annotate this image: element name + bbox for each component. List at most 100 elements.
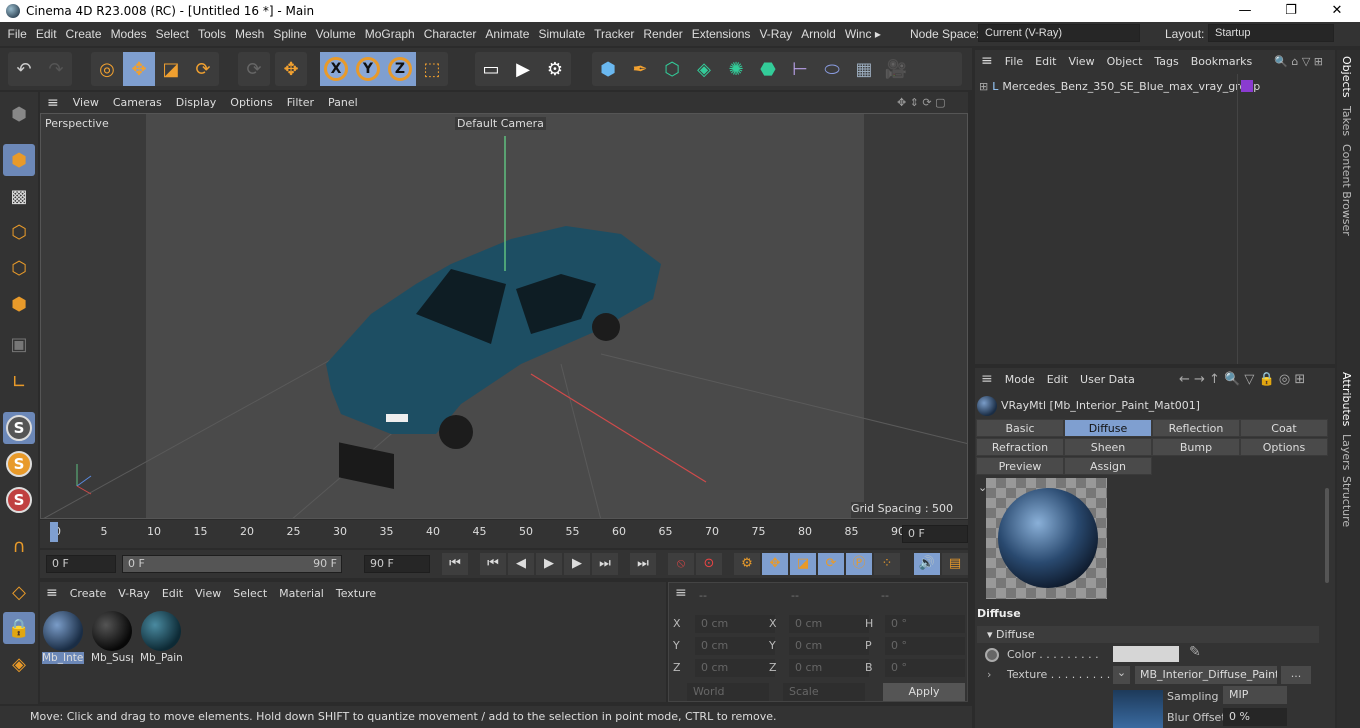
material-menu-texture[interactable]: Texture [330, 587, 382, 600]
go-to-start-icon[interactable]: ⏮ [442, 553, 468, 575]
keyframe-selection-icon[interactable]: ⚙ [734, 553, 760, 575]
attr-tab-sheen[interactable]: Sheen [1064, 438, 1152, 456]
object-menu-bookmarks[interactable]: Bookmarks [1185, 55, 1258, 68]
object-menu-edit[interactable]: Edit [1029, 55, 1062, 68]
attr-tab-basic[interactable]: Basic [976, 419, 1064, 437]
mograph-icon[interactable]: ⬣ [752, 52, 784, 86]
workplane-icon[interactable]: ◇ [3, 576, 35, 608]
camera-name[interactable]: Default Camera [455, 117, 546, 130]
menu-create[interactable]: Create [61, 27, 106, 41]
z-axis-icon[interactable]: Z [384, 52, 416, 86]
axis-mode-icon[interactable]: ∟ [3, 366, 35, 398]
apply-button[interactable]: Apply [883, 683, 965, 701]
viewport-menu-view[interactable]: View [66, 96, 106, 109]
undo-icon[interactable]: ↶ [8, 52, 40, 86]
material-menu-create[interactable]: Create [64, 587, 113, 600]
maximize-button[interactable]: ❐ [1268, 0, 1314, 22]
menu-arnold[interactable]: Arnold [797, 27, 841, 41]
coord-field[interactable]: 0 cm [789, 659, 869, 677]
menu-tools[interactable]: Tools [193, 27, 230, 41]
object-menu-tags[interactable]: Tags [1148, 55, 1184, 68]
texture-menu-button[interactable]: ⌄ [1113, 666, 1130, 684]
expand-icon[interactable]: ⊞ [975, 80, 992, 93]
attribute-nav-icons[interactable]: ← → ↑ 🔍 ▽ 🔒 ◎ ⊞ [1179, 372, 1305, 387]
menu-mesh[interactable]: Mesh [230, 27, 268, 41]
film-icon[interactable]: ▤ [942, 553, 968, 575]
start-frame-field[interactable]: 0 F [46, 555, 116, 573]
material-item[interactable]: Mb_Susp [91, 610, 133, 666]
material-hamburger-icon[interactable]: ≡ [40, 585, 64, 601]
menu-vray[interactable]: V-Ray [755, 27, 797, 41]
field-icon[interactable]: ⬭ [816, 52, 848, 86]
viewport-menu-filter[interactable]: Filter [280, 96, 321, 109]
coords-hamburger-icon[interactable]: ≡ [675, 585, 687, 601]
deformer-icon[interactable]: ⊢ [784, 52, 816, 86]
points-mode-icon[interactable]: ⬡ [3, 216, 35, 248]
x-axis-icon[interactable]: X [320, 52, 352, 86]
viewport-menu-cameras[interactable]: Cameras [106, 96, 169, 109]
viewport-menu-options[interactable]: Options [223, 96, 279, 109]
texture-file-field[interactable]: MB_Interior_Diffuse_Paint.P [1135, 666, 1277, 684]
eyedropper-icon[interactable]: ✎ [1189, 644, 1201, 660]
coordinate-move-icon[interactable]: ✥ [275, 52, 307, 86]
floor-icon[interactable]: ▦ [848, 52, 880, 86]
color-animate-icon[interactable] [985, 648, 999, 662]
viewport-nav-icons[interactable]: ✥ ⇕ ⟳ ▢ [890, 96, 953, 109]
object-hamburger-icon[interactable]: ≡ [975, 53, 999, 69]
cube-icon[interactable]: ⬢ [592, 52, 624, 86]
attr-tab-assign[interactable]: Assign [1064, 457, 1152, 475]
timeline[interactable]: 051015202530354045505560657075808590 0 F [40, 520, 968, 548]
node-space-select[interactable]: Current (V-Ray) [978, 24, 1140, 42]
key-pla-icon[interactable]: ⁘ [874, 553, 900, 575]
menu-modes[interactable]: Modes [106, 27, 151, 41]
pen-icon[interactable]: ✒ [624, 52, 656, 86]
object-search-filter-icons[interactable]: 🔍 ⌂ ▽ ⊞ [1268, 55, 1329, 68]
tab-attributes[interactable]: Attributes [1340, 372, 1353, 426]
attribute-menu-mode[interactable]: Mode [999, 373, 1041, 386]
material-menu-edit[interactable]: Edit [156, 587, 189, 600]
edges-mode-icon[interactable]: ⬡ [3, 252, 35, 284]
coord-field[interactable]: 0 cm [695, 659, 775, 677]
workplane-align-icon[interactable]: ◈ [3, 648, 35, 680]
menu-extensions[interactable]: Extensions [687, 27, 755, 41]
attribute-hamburger-icon[interactable]: ≡ [975, 371, 999, 387]
material-menu-vray[interactable]: V-Ray [112, 587, 156, 600]
coord-system-select[interactable]: World [687, 683, 769, 701]
render-view-icon[interactable]: ▭ [475, 52, 507, 86]
coord-field[interactable]: 0 ° [885, 659, 965, 677]
sampling-select[interactable]: MIP [1223, 686, 1287, 704]
make-editable-icon[interactable]: ⬢ [3, 98, 35, 130]
redo-icon[interactable]: ↷ [40, 52, 72, 86]
attr-tab-refraction[interactable]: Refraction [976, 438, 1064, 456]
menu-file[interactable]: File [3, 27, 31, 41]
frame-range-slider[interactable]: 0 F 90 F [122, 555, 342, 573]
menu-render[interactable]: Render [639, 27, 687, 41]
attribute-menu-edit[interactable]: Edit [1041, 373, 1074, 386]
tab-objects[interactable]: Objects [1340, 56, 1353, 98]
material-item[interactable]: Mb_Pain [140, 610, 182, 666]
magnet-icon[interactable]: ∩ [3, 530, 35, 562]
viewport-menu-display[interactable]: Display [169, 96, 224, 109]
layout-select[interactable]: Startup [1208, 24, 1334, 42]
viewport-menu-panel[interactable]: Panel [321, 96, 365, 109]
object-name[interactable]: Mercedes_Benz_350_SE_Blue_max_vray_group [1002, 80, 1260, 93]
tab-layers[interactable]: Layers [1340, 434, 1353, 470]
object-menu-object[interactable]: Object [1101, 55, 1149, 68]
menu-volume[interactable]: Volume [311, 27, 360, 41]
psr-icon[interactable]: ⟳ [238, 52, 270, 86]
coord-field[interactable]: 0 cm [695, 637, 775, 655]
coord-field[interactable]: 0 cm [789, 615, 869, 633]
material-item[interactable]: Mb_Inte [42, 610, 84, 666]
coord-type-select[interactable]: Scale [783, 683, 865, 701]
object-menu-file[interactable]: File [999, 55, 1029, 68]
tab-content-browser[interactable]: Content Browser [1340, 144, 1353, 236]
move-tool-icon[interactable]: ✥ [123, 52, 155, 86]
attribute-scrollbar[interactable] [1325, 488, 1329, 583]
polygons-mode-icon[interactable]: ⬢ [3, 288, 35, 320]
coord-field[interactable]: 0 cm [789, 637, 869, 655]
playhead[interactable] [50, 522, 58, 542]
menu-select[interactable]: Select [151, 27, 193, 41]
snap-icon[interactable]: S [3, 412, 35, 444]
texture-browse-button[interactable]: ... [1281, 666, 1311, 684]
record-icon[interactable]: ⦸ [668, 553, 694, 575]
